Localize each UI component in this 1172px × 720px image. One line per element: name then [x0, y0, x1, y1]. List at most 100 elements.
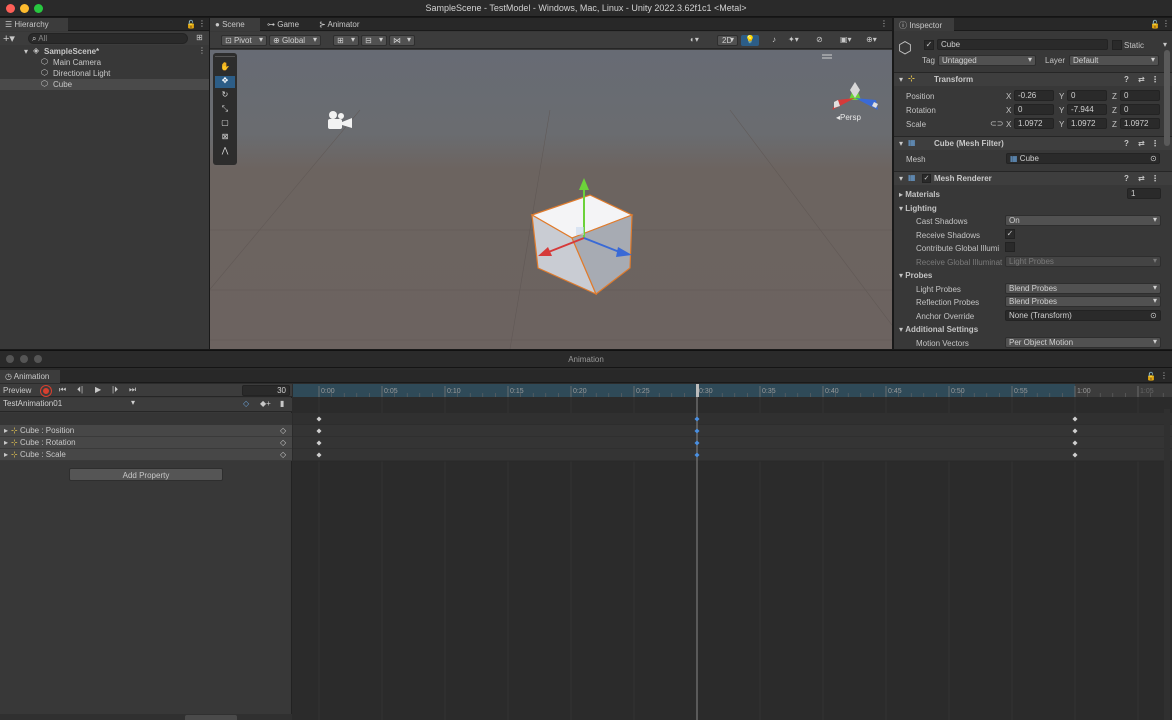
- cube-object[interactable]: [530, 194, 634, 296]
- component-menu-icon[interactable]: ⋮: [1151, 174, 1159, 183]
- camera-settings-dropdown[interactable]: ▣▾: [840, 35, 864, 46]
- lock-icon[interactable]: 🔓: [1146, 372, 1156, 381]
- pivot-dropdown[interactable]: ⊡ Pivot: [221, 35, 267, 46]
- help-icon[interactable]: ?: [1124, 139, 1129, 148]
- previous-keyframe-icon[interactable]: ⏴|: [77, 385, 83, 395]
- expand-arrow-icon[interactable]: ▸: [4, 438, 8, 447]
- scale-y-field[interactable]: 1.0972: [1067, 118, 1107, 129]
- mesh-renderer-header[interactable]: ▾ ▦ ✓ Mesh Renderer ? ⇄ ⋮: [894, 171, 1172, 185]
- scale-x-field[interactable]: 1.0972: [1014, 118, 1054, 129]
- keyframe-diamond-icon[interactable]: ◇: [280, 426, 286, 435]
- materials-foldout[interactable]: ▸ Materials: [899, 190, 940, 199]
- static-checkbox[interactable]: [1112, 40, 1122, 50]
- add-property-button[interactable]: Add Property: [69, 468, 223, 481]
- frame-field[interactable]: 30: [242, 385, 290, 396]
- help-icon[interactable]: ?: [1124, 75, 1129, 84]
- rect-tool-icon[interactable]: ▢: [215, 118, 235, 130]
- preset-icon[interactable]: ⇄: [1138, 139, 1145, 148]
- first-keyframe-icon[interactable]: ⏮: [59, 385, 66, 395]
- tab-animation[interactable]: ◷ Animation: [0, 370, 60, 383]
- active-checkbox[interactable]: ✓: [924, 40, 934, 50]
- materials-count-field[interactable]: 1: [1127, 188, 1161, 199]
- record-button[interactable]: [41, 386, 51, 396]
- tab-animator[interactable]: ⊱ Animator: [314, 18, 374, 31]
- position-x-field[interactable]: -0.26: [1014, 90, 1054, 101]
- component-menu-icon[interactable]: ⋮: [1151, 75, 1159, 84]
- preview-button[interactable]: Preview: [0, 384, 36, 397]
- property-row-position[interactable]: ▸ ⊹ Cube : Position ◇: [0, 425, 292, 437]
- hierarchy-item-directional-light[interactable]: ⬡ Directional Light: [0, 68, 209, 79]
- gizmos-dropdown[interactable]: ⊕▾: [866, 35, 890, 46]
- clip-dropdown[interactable]: TestAnimation01: [0, 399, 138, 410]
- more-menu-icon[interactable]: ⋮: [1160, 371, 1168, 380]
- cast-shadows-dropdown[interactable]: On: [1005, 215, 1161, 226]
- scene-menu-icon[interactable]: ⋮: [880, 19, 888, 28]
- object-name-field[interactable]: Cube: [937, 39, 1108, 50]
- receive-shadows-checkbox[interactable]: ✓: [1005, 229, 1015, 239]
- position-y-field[interactable]: 0: [1067, 90, 1107, 101]
- shading-mode-button[interactable]: ◐▾: [690, 35, 712, 46]
- tab-scene[interactable]: ● Scene: [210, 18, 260, 31]
- last-keyframe-icon[interactable]: ⏭: [129, 385, 136, 395]
- expand-arrow-icon[interactable]: ▸: [4, 426, 8, 435]
- contribute-gi-checkbox[interactable]: [1005, 242, 1015, 252]
- hierarchy-search-input[interactable]: ⌕ All: [28, 33, 188, 44]
- anchor-override-field[interactable]: None (Transform): [1005, 310, 1161, 321]
- property-row-scale[interactable]: ▸ ⊹ Cube : Scale ◇: [0, 449, 292, 461]
- scene-menu-icon[interactable]: ⋮: [198, 46, 206, 55]
- timeline-pane[interactable]: 0:00 0:05 0:10 0:15 0:20 0:25 0:30 0:35 0:40 0:45…: [293, 384, 1172, 720]
- lighting-foldout[interactable]: ▾ Lighting: [899, 204, 937, 213]
- keyframe-diamond-icon[interactable]: ◇: [280, 438, 286, 447]
- play-icon[interactable]: ▶: [95, 385, 101, 394]
- scene-row[interactable]: ▾ ◈ SampleScene* ⋮: [0, 46, 209, 57]
- help-icon[interactable]: ?: [1124, 174, 1129, 183]
- tab-game[interactable]: ⊶ Game: [262, 18, 312, 31]
- keyframe-diamond-icon[interactable]: ◇: [280, 450, 286, 459]
- add-object-button[interactable]: +▾: [3, 32, 15, 45]
- light-probes-dropdown[interactable]: Blend Probes: [1005, 283, 1161, 294]
- motion-vectors-dropdown[interactable]: Per Object Motion: [1005, 337, 1161, 348]
- static-dropdown-arrow-icon[interactable]: ▾: [1163, 40, 1167, 49]
- tag-dropdown[interactable]: Untagged: [938, 55, 1036, 66]
- tab-hierarchy[interactable]: ☰ Hierarchy: [0, 18, 68, 31]
- object-picker-icon[interactable]: ⊙: [1150, 311, 1157, 320]
- hand-tool-icon[interactable]: ✋: [215, 62, 235, 74]
- layer-dropdown[interactable]: Default: [1069, 55, 1159, 66]
- mesh-field[interactable]: ▦ Cube: [1006, 153, 1160, 164]
- preset-icon[interactable]: ⇄: [1138, 174, 1145, 183]
- perspective-label[interactable]: ◂Persp: [836, 113, 861, 122]
- transform-header[interactable]: ▾ ⊹ Transform ? ⇄ ⋮: [894, 72, 1172, 86]
- mode-2d-button[interactable]: 2D: [717, 35, 738, 46]
- lock-icon[interactable]: 🔓: [1150, 20, 1160, 29]
- global-dropdown[interactable]: ⊕ Global: [269, 35, 321, 46]
- playhead-handle[interactable]: [696, 384, 699, 397]
- grid-snap-button[interactable]: ⊞: [333, 35, 359, 46]
- filter-keyframes-icon[interactable]: ◇: [243, 399, 249, 408]
- move-tool-icon[interactable]: ✥: [215, 76, 235, 88]
- object-picker-icon[interactable]: ⊙: [1150, 154, 1157, 163]
- expand-arrow-icon[interactable]: ▸: [4, 450, 8, 459]
- foldout-arrow-icon[interactable]: ▾: [899, 139, 903, 148]
- custom-tool-icon[interactable]: ⋀: [215, 146, 235, 158]
- component-menu-icon[interactable]: ⋮: [1151, 139, 1159, 148]
- orientation-gizmo[interactable]: [832, 82, 878, 110]
- audio-toggle[interactable]: ♪: [765, 35, 783, 46]
- more-menu-icon[interactable]: ⋮: [1162, 19, 1170, 28]
- lock-icon[interactable]: 🔓: [186, 20, 196, 29]
- rotation-y-field[interactable]: -7.944: [1067, 104, 1107, 115]
- effects-dropdown[interactable]: ✦▾: [788, 35, 812, 46]
- scale-z-field[interactable]: 1.0972: [1120, 118, 1160, 129]
- link-icon[interactable]: ⊂⊃: [990, 119, 1003, 128]
- add-event-icon[interactable]: ▮: [280, 399, 284, 408]
- inspector-scrollbar[interactable]: [1164, 50, 1170, 146]
- tab-inspector[interactable]: ⓘ Inspector: [894, 18, 954, 31]
- probes-foldout[interactable]: ▾ Probes: [899, 271, 932, 280]
- collapse-arrow-icon[interactable]: ▾: [24, 47, 28, 56]
- property-row-rotation[interactable]: ▸ ⊹ Cube : Rotation ◇: [0, 437, 292, 449]
- increment-snap-button[interactable]: ⋈: [389, 35, 415, 46]
- hierarchy-item-main-camera[interactable]: ⬡ Main Camera: [0, 57, 209, 68]
- hidden-objects-toggle[interactable]: ⊘: [816, 35, 838, 46]
- scene-viewport[interactable]: ◂Persp ✋ ✥ ↻ ⤡ ▢ ⊠ ⋀: [210, 50, 892, 349]
- additional-settings-foldout[interactable]: ▾ Additional Settings: [899, 325, 978, 334]
- camera-gizmo-icon[interactable]: [328, 111, 352, 129]
